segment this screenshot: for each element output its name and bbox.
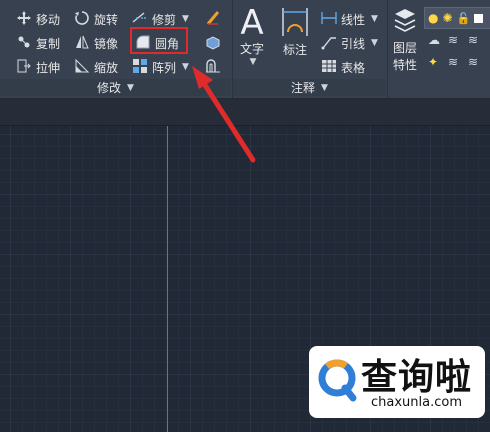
watermark-domain: chaxunla.com: [371, 395, 462, 410]
magnifier-logo-icon: [318, 359, 357, 402]
watermark-logo: 查询啦 chaxunla.com: [309, 346, 485, 418]
watermark-text: 查询啦: [361, 357, 473, 398]
